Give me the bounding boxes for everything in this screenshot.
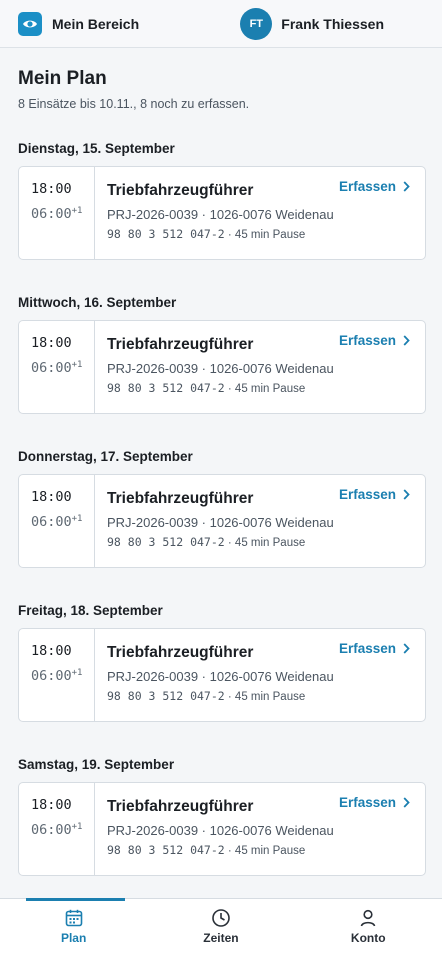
user-menu[interactable]: FT Frank Thiessen — [240, 7, 424, 40]
shift-meta: 98 80 3 512 047-2 · 45 min Pause — [107, 227, 425, 242]
pause-info: · 45 min Pause — [224, 537, 306, 549]
day-title: Freitag, 18. September — [18, 603, 163, 618]
shift-meta: 98 80 3 512 047-2 · 45 min Pause — [107, 535, 425, 550]
app-label: Mein Bereich — [52, 15, 140, 32]
next-day-marker: +1 — [71, 206, 83, 216]
tab-konto[interactable]: Konto — [295, 899, 442, 958]
shift-meta: 98 80 3 512 047-2 · 45 min Pause — [107, 689, 425, 704]
shift-card[interactable]: 18:00 06:00+1 Triebfahrzeugführer PRJ-20… — [18, 474, 426, 568]
day-section: Dienstag, 15. September 18:00 06:00+1 Tr… — [18, 140, 426, 260]
eye-icon — [18, 11, 42, 36]
pause-info: · 45 min Pause — [224, 691, 306, 703]
erfassen-label: Erfassen — [338, 641, 396, 656]
next-day-marker: +1 — [71, 360, 83, 370]
shift-end: 06:00+1 — [31, 668, 83, 684]
shift-card[interactable]: 18:00 06:00+1 Triebfahrzeugführer PRJ-20… — [18, 782, 426, 876]
calendar-icon — [65, 909, 82, 927]
shift-card[interactable]: 18:00 06:00+1 Triebfahrzeugführer PRJ-20… — [18, 166, 426, 260]
shift-meta: 98 80 3 512 047-2 · 45 min Pause — [107, 381, 425, 396]
day-section: Freitag, 18. September 18:00 06:00+1 Tri… — [18, 602, 426, 722]
day-section: Samstag, 19. September 18:00 06:00+1 Tri… — [18, 756, 426, 876]
shift-times: 18:00 06:00+1 — [19, 321, 95, 413]
shift-card[interactable]: 18:00 06:00+1 Triebfahrzeugführer PRJ-20… — [18, 320, 426, 414]
shift-details: Triebfahrzeugführer PRJ-2026-0039 · 1026… — [95, 321, 425, 413]
shift-details: Triebfahrzeugführer PRJ-2026-0039 · 1026… — [95, 475, 425, 567]
day-title: Donnerstag, 17. September — [18, 449, 193, 464]
shift-start: 18:00 — [31, 797, 72, 813]
chevron-right-icon — [403, 643, 410, 654]
vehicle-number: 98 80 3 512 047-2 — [107, 535, 225, 549]
erfassen-label: Erfassen — [338, 179, 396, 194]
tab-konto-label: Konto — [350, 931, 386, 945]
day-title: Mittwoch, 16. September — [18, 295, 177, 310]
day-title: Samstag, 19. September — [18, 757, 175, 772]
pause-info: · 45 min Pause — [224, 229, 306, 241]
shift-project: PRJ-2026-0039 · 1026-0076 Weidenau — [107, 515, 334, 530]
chevron-right-icon — [403, 181, 410, 192]
chevron-right-icon — [403, 489, 410, 500]
tab-zeiten[interactable]: Zeiten — [147, 899, 294, 958]
shift-end: 06:00+1 — [31, 206, 83, 222]
page-title: Mein Plan — [18, 68, 107, 89]
page-subtitle: 8 Einsätze bis 10.11., 8 noch zu erfasse… — [18, 97, 250, 111]
main-content: Mein Plan 8 Einsätze bis 10.11., 8 noch … — [18, 66, 426, 112]
shift-end: 06:00+1 — [31, 822, 83, 838]
shift-times: 18:00 06:00+1 — [19, 783, 95, 875]
day-section: Mittwoch, 16. September 18:00 06:00+1 Tr… — [18, 294, 426, 414]
shift-times: 18:00 06:00+1 — [19, 167, 95, 259]
shift-end: 06:00+1 — [31, 514, 83, 530]
shift-details: Triebfahrzeugführer PRJ-2026-0039 · 1026… — [95, 629, 425, 721]
erfassen-button[interactable]: Erfassen — [339, 333, 410, 348]
pause-info: · 45 min Pause — [224, 383, 306, 395]
shift-start: 18:00 — [31, 181, 72, 197]
erfassen-button[interactable]: Erfassen — [339, 641, 410, 656]
shift-project: PRJ-2026-0039 · 1026-0076 Weidenau — [107, 669, 334, 684]
erfassen-button[interactable]: Erfassen — [339, 795, 410, 810]
vehicle-number: 98 80 3 512 047-2 — [107, 689, 225, 703]
erfassen-button[interactable]: Erfassen — [339, 487, 410, 502]
shift-project: PRJ-2026-0039 · 1026-0076 Weidenau — [107, 361, 334, 376]
tab-plan[interactable]: Plan — [0, 898, 147, 958]
erfassen-label: Erfassen — [338, 333, 396, 348]
shift-start: 18:00 — [31, 643, 72, 659]
person-icon — [360, 909, 376, 927]
day-section: Donnerstag, 17. September 18:00 06:00+1 … — [18, 448, 426, 568]
erfassen-label: Erfassen — [338, 795, 396, 810]
shift-card[interactable]: 18:00 06:00+1 Triebfahrzeugführer PRJ-20… — [18, 628, 426, 722]
shift-project: PRJ-2026-0039 · 1026-0076 Weidenau — [107, 823, 334, 838]
shift-times: 18:00 06:00+1 — [19, 475, 95, 567]
day-title: Dienstag, 15. September — [18, 141, 175, 156]
next-day-marker: +1 — [71, 822, 83, 832]
shift-details: Triebfahrzeugführer PRJ-2026-0039 · 1026… — [95, 167, 425, 259]
avatar: FT — [240, 7, 273, 40]
vehicle-number: 98 80 3 512 047-2 — [107, 843, 225, 857]
shift-start: 18:00 — [31, 489, 72, 505]
app-brand[interactable]: Mein Bereich — [18, 11, 140, 36]
pause-info: · 45 min Pause — [224, 845, 306, 857]
erfassen-label: Erfassen — [338, 487, 396, 502]
shift-times: 18:00 06:00+1 — [19, 629, 95, 721]
bottom-tab-bar: Plan Zeiten Konto — [0, 898, 442, 958]
shift-meta: 98 80 3 512 047-2 · 45 min Pause — [107, 843, 425, 858]
tab-plan-label: Plan — [60, 931, 87, 945]
user-name: Frank Thiessen — [281, 15, 384, 32]
chevron-right-icon — [403, 335, 410, 346]
top-bar: Mein Bereich FT Frank Thiessen — [0, 0, 442, 48]
shift-project: PRJ-2026-0039 · 1026-0076 Weidenau — [107, 207, 334, 222]
vehicle-number: 98 80 3 512 047-2 — [107, 227, 225, 241]
shift-details: Triebfahrzeugführer PRJ-2026-0039 · 1026… — [95, 783, 425, 875]
erfassen-button[interactable]: Erfassen — [339, 179, 410, 194]
next-day-marker: +1 — [71, 514, 83, 524]
shift-start: 18:00 — [31, 335, 72, 351]
shift-end: 06:00+1 — [31, 360, 83, 376]
chevron-right-icon — [403, 797, 410, 808]
tab-zeiten-label: Zeiten — [203, 931, 239, 945]
next-day-marker: +1 — [71, 668, 83, 678]
clock-icon — [212, 909, 230, 927]
vehicle-number: 98 80 3 512 047-2 — [107, 381, 225, 395]
